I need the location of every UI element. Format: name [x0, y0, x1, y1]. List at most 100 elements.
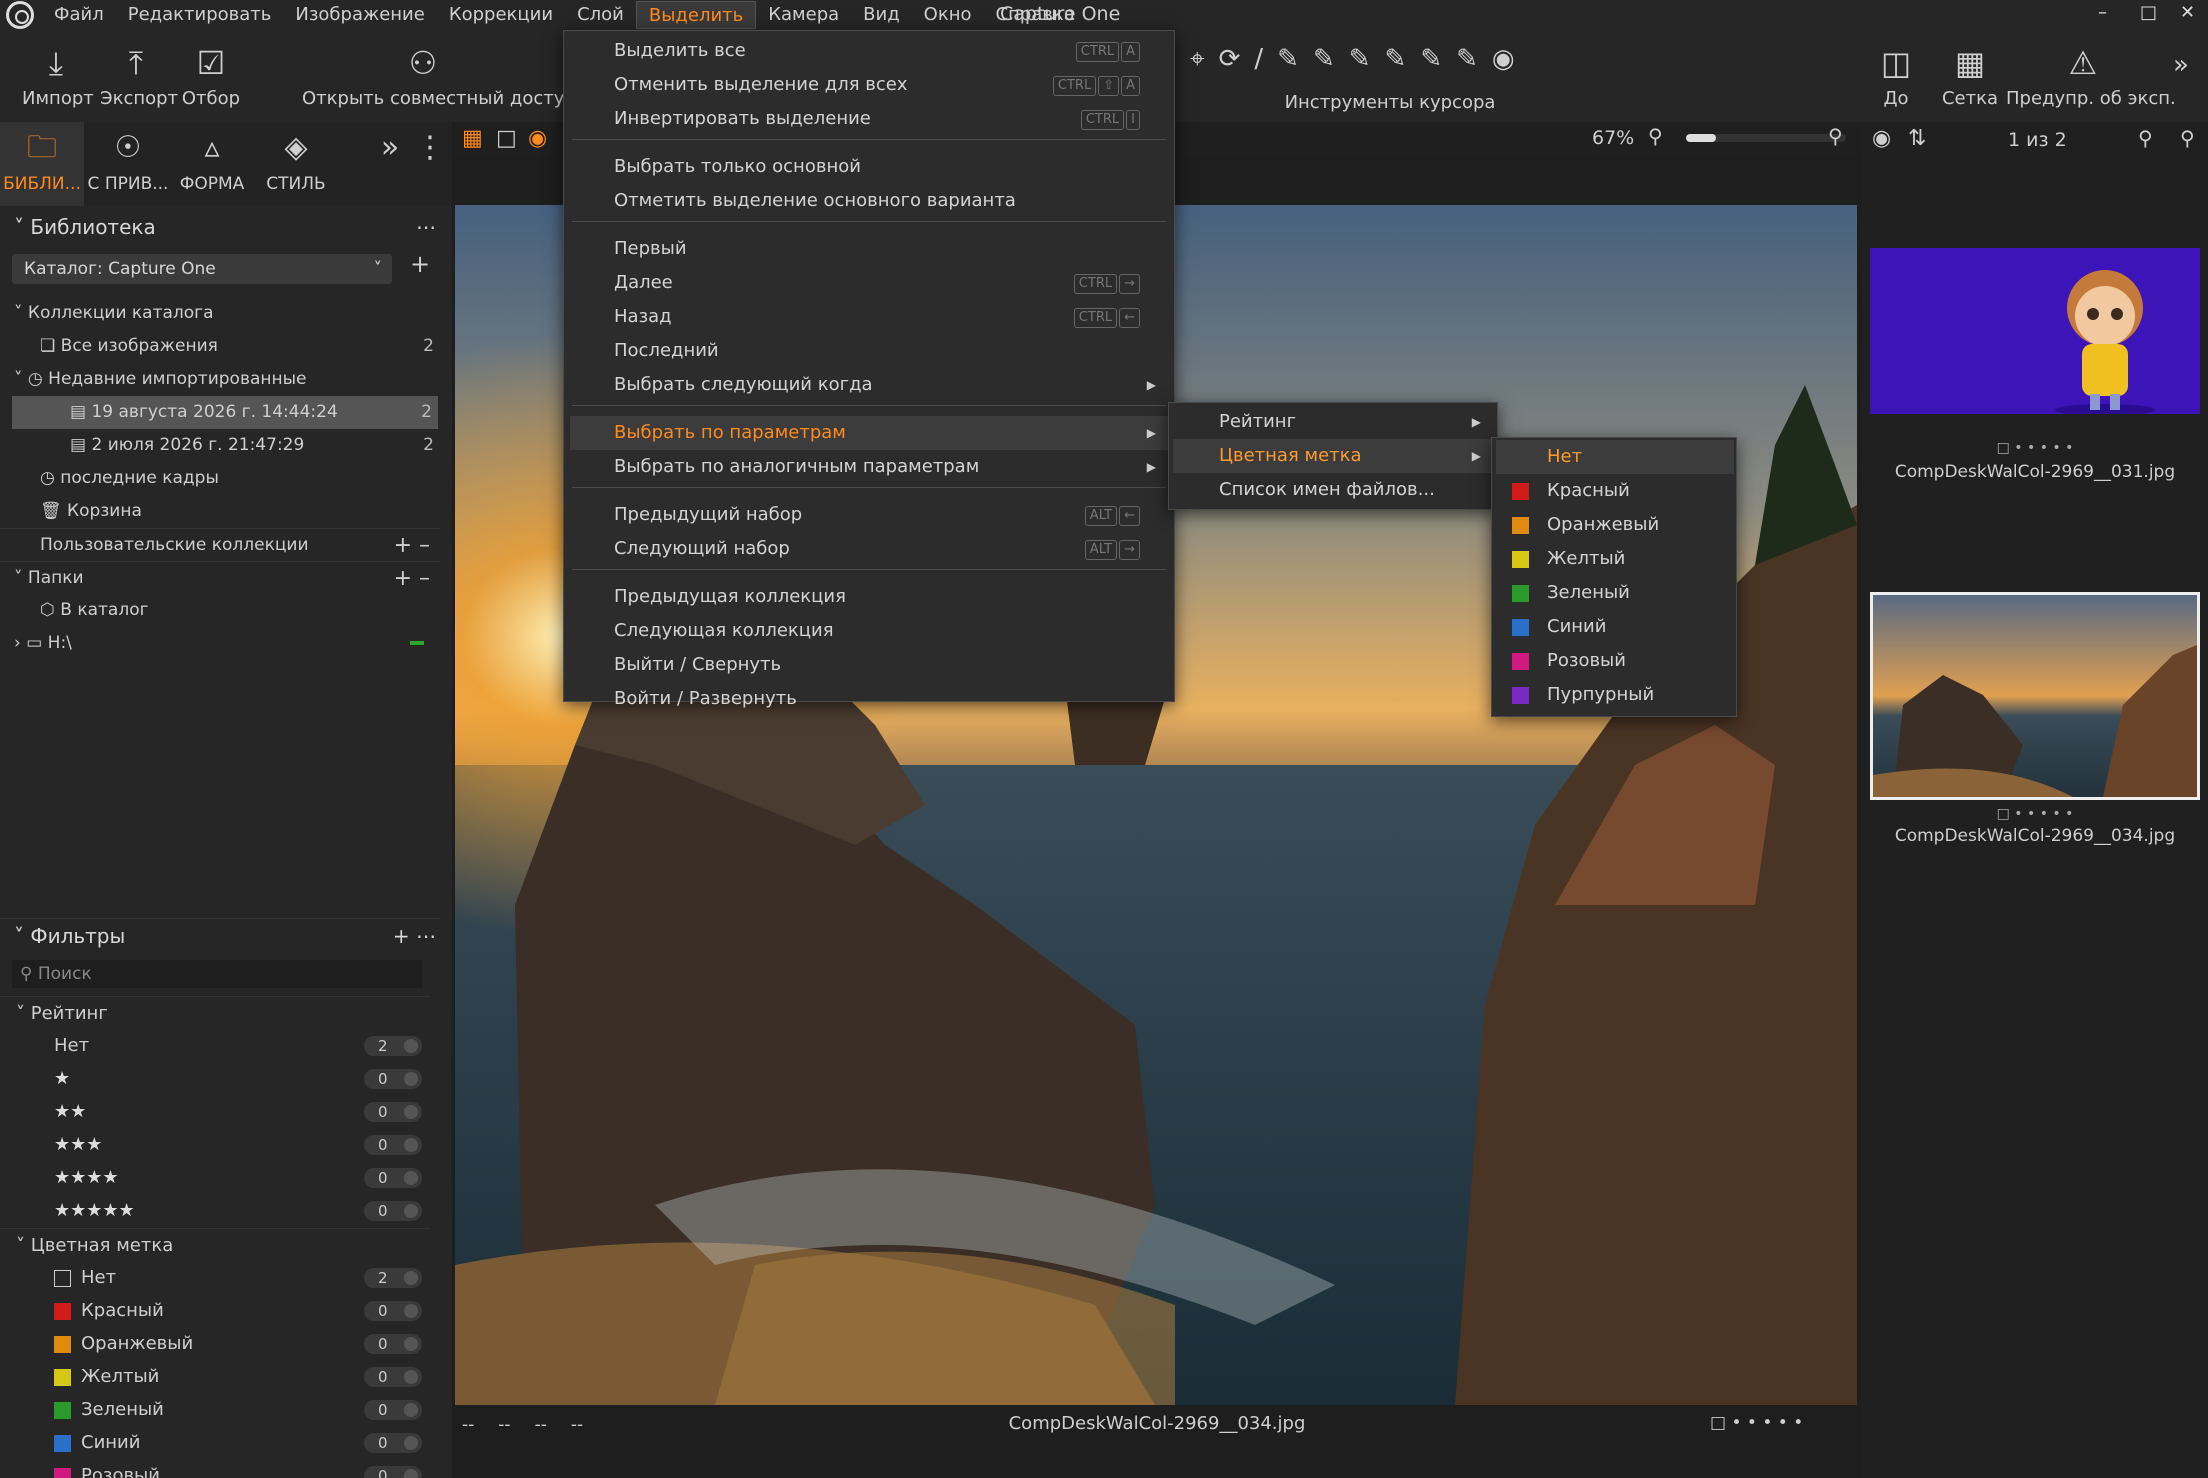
select-menu-item[interactable]: Инвертировать выделение CTRL I: [570, 102, 1170, 136]
maximize-button[interactable]: □: [2140, 2, 2157, 23]
export-button[interactable]: ⤒ Экспорт: [100, 38, 178, 109]
menu-3[interactable]: Коррекции: [437, 1, 565, 29]
select-menu-item[interactable]: Выбрать следующий когда ▶: [570, 368, 1170, 402]
cull-button[interactable]: ☑ Отбор: [180, 38, 242, 109]
color-menu-item[interactable]: Желтый: [1496, 542, 1734, 576]
select-menu-item[interactable]: Следующий набор ALT →: [570, 532, 1170, 566]
select-menu-item[interactable]: Далее CTRL →: [570, 266, 1170, 300]
color-filter-row[interactable]: Красный 0: [0, 1294, 430, 1327]
zoom-out-icon[interactable]: ⚲: [1648, 124, 1663, 148]
exposure-warning-button[interactable]: ⚠ Предупр. об эксп.: [2006, 38, 2176, 109]
color-menu-item[interactable]: Красный: [1496, 474, 1734, 508]
thumbnail-2-rating[interactable]: □ • • • • •: [1862, 806, 2208, 822]
single-view-icon[interactable]: □: [496, 126, 517, 151]
menu-4[interactable]: Слой: [565, 1, 636, 29]
grid-button[interactable]: ▦ Сетка: [1940, 38, 2000, 109]
select-menu-item[interactable]: Первый: [570, 232, 1170, 266]
rating-filter-header[interactable]: ˅ Рейтинг: [0, 996, 430, 1029]
share-button[interactable]: ⚇ Открыть совместный доступ: [302, 38, 576, 109]
menu-5[interactable]: Выделить: [635, 1, 757, 29]
recent-captures-item[interactable]: ◷ последние кадры: [0, 462, 440, 495]
select-menu-item[interactable]: Отметить выделение основного варианта: [570, 184, 1170, 218]
select-menu-item[interactable]: Выбрать только основной: [570, 150, 1170, 184]
color-menu-item[interactable]: Розовый: [1496, 644, 1734, 678]
zoom-in-icon[interactable]: ⚲: [1828, 124, 1843, 148]
viewer-rating-widget[interactable]: □ • • • • •: [1710, 1413, 1803, 1433]
select-menu-item[interactable]: Выделить все CTRL A: [570, 34, 1170, 68]
tab-capture[interactable]: ☉ С ПРИВ...: [86, 122, 170, 206]
in-catalog-item[interactable]: ⬡ В каталог: [0, 594, 440, 627]
add-folder-icon[interactable]: + –: [394, 562, 430, 595]
rating-filter-row[interactable]: ★★★★★ 0: [0, 1194, 430, 1227]
thumbnail-1-rating[interactable]: □ • • • • •: [1862, 440, 2208, 456]
rating-filter-row[interactable]: ★ 0: [0, 1062, 430, 1095]
all-images-item[interactable]: ❏ Все изображения 2: [0, 330, 440, 363]
catalog-collections[interactable]: ˅ Коллекции каталога: [0, 297, 440, 330]
close-button[interactable]: ✕: [2180, 2, 2195, 23]
color-filter-row[interactable]: Нет 2: [0, 1261, 430, 1294]
before-button[interactable]: ◫ До: [1856, 38, 1936, 109]
color-filter-row[interactable]: Синий 0: [0, 1426, 430, 1459]
color-menu-item[interactable]: Нет: [1496, 440, 1734, 474]
select-menu-item[interactable]: Отменить выделение для всех CTRL ⇧ A: [570, 68, 1170, 102]
user-collections-item[interactable]: Пользовательские коллекции + –: [0, 528, 440, 561]
select-menu-item[interactable]: Выбрать по аналогичным параметрам ▶: [570, 450, 1170, 484]
params-menu-item[interactable]: Рейтинг ▶: [1173, 405, 1495, 439]
color-menu-item[interactable]: Оранжевый: [1496, 508, 1734, 542]
color-menu-item[interactable]: Зеленый: [1496, 576, 1734, 610]
recent-imports-item[interactable]: ˅ ◷ Недавние импортированные: [0, 363, 440, 396]
tabs-menu-icon[interactable]: ⋮: [410, 122, 450, 206]
menu-0[interactable]: Файл: [42, 1, 116, 29]
library-menu-icon[interactable]: ⋯: [416, 210, 436, 244]
filters-header[interactable]: ˅ Фильтры + ⋯: [0, 918, 440, 952]
menu-2[interactable]: Изображение: [283, 1, 436, 29]
menu-1[interactable]: Редактировать: [116, 1, 284, 29]
add-catalog-icon[interactable]: +: [410, 250, 430, 278]
tab-shape[interactable]: ▵ ФОРМА: [170, 122, 254, 206]
zoom-slider[interactable]: [1686, 134, 1846, 142]
filter-search-input[interactable]: ⚲ Поиск: [12, 960, 422, 988]
trash-item[interactable]: 🗑 Корзина: [0, 495, 440, 528]
rating-filter-row[interactable]: ★★★★ 0: [0, 1161, 430, 1194]
params-menu-item[interactable]: Список имен файлов...: [1173, 473, 1495, 507]
filters-menu-icon[interactable]: + ⋯: [393, 919, 436, 953]
rating-filter-row[interactable]: Нет 2: [0, 1029, 430, 1062]
rating-filter-row[interactable]: ★★★ 0: [0, 1128, 430, 1161]
color-filter-row[interactable]: Оранжевый 0: [0, 1327, 430, 1360]
import-button[interactable]: ⤓ Импорт: [22, 38, 94, 109]
drive-item[interactable]: › ▭ H:\: [0, 627, 440, 660]
select-menu-item[interactable]: Войти / Развернуть: [570, 682, 1170, 716]
cursor-tools-icons[interactable]: ⌖⟳∕✎✎✎✎✎✎◉: [1190, 44, 1529, 75]
thumbnail-1[interactable]: [1870, 248, 2200, 414]
select-menu-item[interactable]: Следующая коллекция: [570, 614, 1170, 648]
grid-view-icon[interactable]: ▦: [462, 126, 483, 151]
color-menu-item[interactable]: Синий: [1496, 610, 1734, 644]
sort-icon[interactable]: ⇅: [1908, 126, 1926, 151]
color-menu-item[interactable]: Пурпурный: [1496, 678, 1734, 712]
select-menu-item[interactable]: Назад CTRL ←: [570, 300, 1170, 334]
thumbnail-2[interactable]: [1870, 592, 2200, 800]
eye-view-icon[interactable]: ◉: [528, 126, 547, 151]
zoom-slider-thumb[interactable]: [1686, 134, 1716, 142]
select-menu-item[interactable]: Выбрать по параметрам ▶: [570, 416, 1170, 450]
folders-item[interactable]: ˅ Папки + –: [0, 561, 440, 594]
tab-style[interactable]: ◈ СТИЛЬ: [254, 122, 338, 206]
color-filter-row[interactable]: Желтый 0: [0, 1360, 430, 1393]
import-item-1[interactable]: ▤ 19 августа 2026 г. 14:44:24 2: [12, 396, 438, 429]
minimize-button[interactable]: –: [2098, 2, 2107, 23]
params-menu-item[interactable]: Цветная метка ▶: [1173, 439, 1495, 473]
select-menu-item[interactable]: Последний: [570, 334, 1170, 368]
select-menu-item[interactable]: Предыдущий набор ALT ←: [570, 498, 1170, 532]
catalog-dropdown[interactable]: Каталог: Capture One ˅: [12, 254, 392, 284]
select-menu-item[interactable]: Предыдущая коллекция: [570, 580, 1170, 614]
library-header[interactable]: ˅ Библиотека ⋯: [0, 210, 440, 244]
color-filter-row[interactable]: Зеленый 0: [0, 1393, 430, 1426]
zoom-icon[interactable]: ⚲: [2138, 126, 2153, 150]
select-menu-item[interactable]: Выйти / Свернуть: [570, 648, 1170, 682]
more-tabs-icon[interactable]: »: [370, 122, 410, 206]
menu-7[interactable]: Вид: [851, 1, 912, 29]
add-collection-icon[interactable]: + –: [394, 529, 430, 562]
menu-8[interactable]: Окно: [912, 1, 984, 29]
more-tools-icon[interactable]: »: [2166, 50, 2196, 80]
color-filter-header[interactable]: ˅ Цветная метка: [0, 1228, 430, 1261]
